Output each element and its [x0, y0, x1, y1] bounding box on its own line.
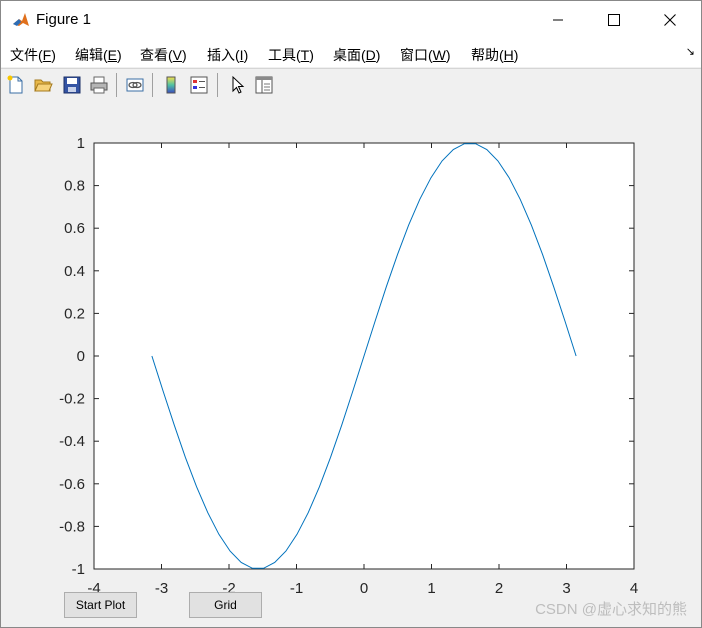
y-tick-label: 0.8	[64, 178, 85, 195]
dock-arrow-icon[interactable]: ↘	[686, 45, 695, 58]
x-tick-label: 1	[427, 580, 435, 597]
menu-insert[interactable]: 插入(I)	[207, 45, 248, 65]
x-tick-label: 4	[630, 580, 638, 597]
y-tick-label: -0.4	[59, 433, 85, 450]
toolbar-separator	[217, 73, 218, 97]
x-tick-label: -1	[290, 580, 303, 597]
y-tick-label: -0.6	[59, 476, 85, 493]
menu-help[interactable]: 帮助(H)	[471, 45, 518, 65]
grid-button[interactable]: Grid	[189, 592, 262, 618]
title-bar: Figure 1	[1, 1, 701, 39]
axes-plot[interactable]: -4 -3 -2 -1 0 1 2 3 410.80.60.40.20-0.2-0.4-0.6-…	[1, 101, 701, 627]
menu-edit[interactable]: 编辑(E)	[75, 45, 122, 65]
minimize-button[interactable]	[535, 1, 581, 39]
new-figure-icon	[7, 75, 23, 94]
link-plot-button[interactable]	[123, 73, 147, 97]
menu-tools[interactable]: 工具(T)	[268, 45, 314, 65]
start-plot-button[interactable]: Start Plot	[64, 592, 137, 618]
x-tick-label: 2	[495, 580, 503, 597]
matlab-icon	[11, 10, 31, 30]
new-figure-button[interactable]	[4, 73, 28, 97]
maximize-button[interactable]	[591, 1, 637, 39]
legend-icon	[190, 76, 208, 94]
pointer-icon	[232, 75, 245, 94]
save-button[interactable]	[60, 73, 84, 97]
menu-view[interactable]: 查看(V)	[140, 45, 187, 65]
x-tick-label: 3	[562, 580, 570, 597]
figure-window: Figure 1 文件(F) 编辑(E) 查看(V) 插入(I) 工具(T) 桌…	[0, 0, 702, 628]
y-tick-label: -0.8	[59, 518, 85, 535]
y-tick-label: -0.2	[59, 391, 85, 408]
close-button[interactable]	[647, 1, 693, 39]
print-icon	[90, 76, 108, 94]
x-tick-label: 0	[360, 580, 368, 597]
open-folder-icon	[34, 79, 53, 92]
x-tick-label: -3	[155, 580, 168, 597]
print-button[interactable]	[87, 73, 111, 97]
pointer-button[interactable]	[225, 73, 249, 97]
maximize-icon	[608, 14, 620, 26]
y-tick-label: -1	[72, 561, 85, 578]
toolbar-separator	[152, 73, 153, 97]
save-icon	[63, 76, 81, 94]
colorbar-icon	[166, 76, 176, 94]
colorbar-button[interactable]	[159, 73, 183, 97]
y-tick-label: 0.2	[64, 305, 85, 322]
property-inspector-button[interactable]	[252, 73, 276, 97]
watermark: CSDN @虚心求知的熊	[535, 601, 687, 618]
link-plot-icon	[126, 78, 144, 92]
toolbar	[1, 68, 701, 102]
open-button[interactable]	[31, 73, 55, 97]
y-tick-label: 0.6	[64, 220, 85, 237]
minimize-icon	[553, 19, 563, 21]
y-tick-label: 0	[77, 348, 85, 365]
menu-file[interactable]: 文件(F)	[10, 45, 56, 65]
window-title: Figure 1	[36, 11, 92, 28]
y-tick-label: 1	[77, 135, 85, 152]
property-inspector-icon	[255, 76, 273, 94]
menu-bar: 文件(F) 编辑(E) 查看(V) 插入(I) 工具(T) 桌面(D) 窗口(W…	[1, 39, 701, 67]
legend-button[interactable]	[187, 73, 211, 97]
menu-window[interactable]: 窗口(W)	[400, 45, 451, 65]
figure-canvas: -4 -3 -2 -1 0 1 2 3 4 1 0.8 0.6 0.4 0.2 0 -0.2 -0.4 -0.6-…	[1, 101, 701, 627]
y-tick-label: 0.4	[64, 263, 85, 280]
toolbar-separator	[116, 73, 117, 97]
menu-desktop[interactable]: 桌面(D)	[333, 45, 380, 65]
close-icon	[664, 14, 676, 26]
